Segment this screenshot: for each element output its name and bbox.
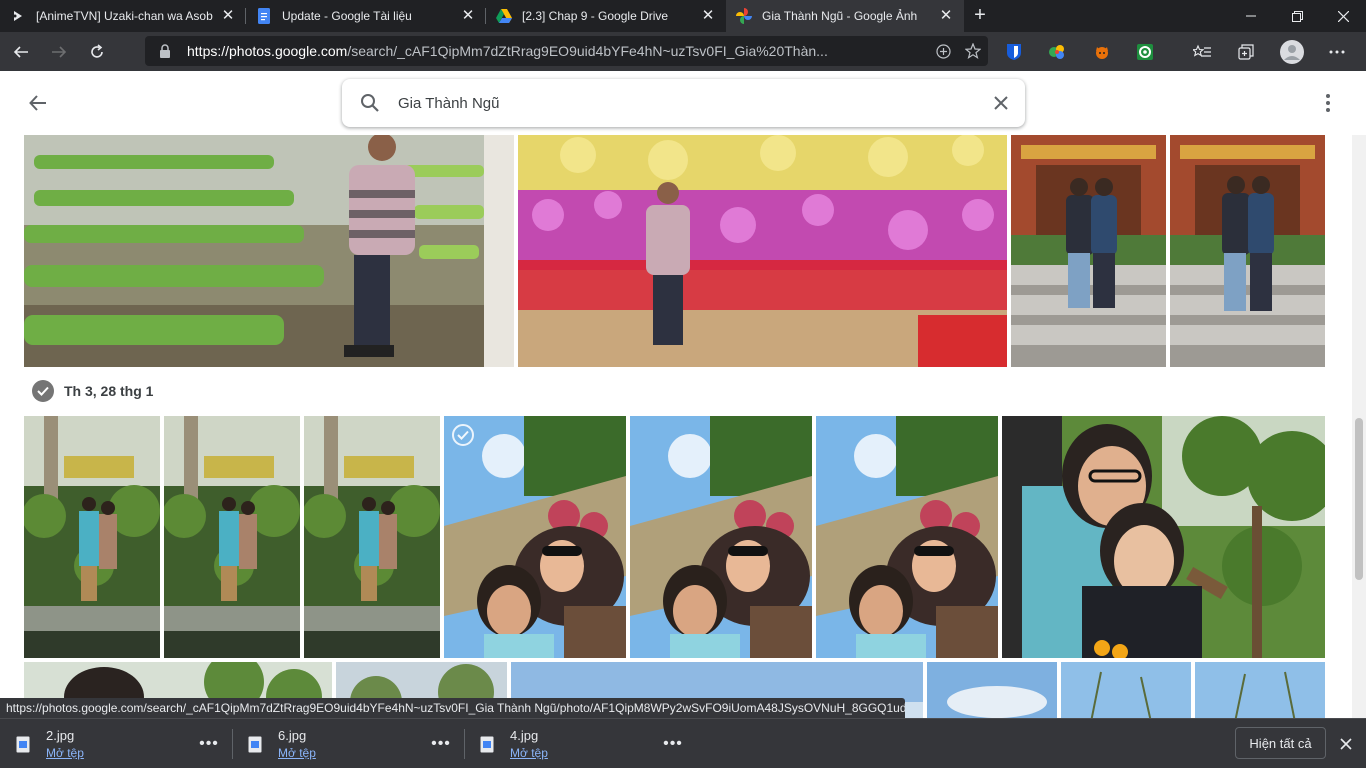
page-scrollbar[interactable] [1352, 135, 1366, 718]
download-more-icon[interactable]: ••• [658, 735, 688, 753]
close-tab-icon[interactable]: ✕ [220, 8, 236, 24]
google-photos-icon [736, 8, 752, 24]
close-download-shelf-icon[interactable] [1334, 732, 1358, 756]
close-tab-icon[interactable]: ✕ [938, 8, 954, 24]
animetvn-icon [10, 8, 26, 24]
select-all-check-icon[interactable] [32, 380, 54, 402]
google-docs-icon [256, 8, 272, 24]
photos-search-header: Gia Thành Ngũ [0, 71, 1366, 135]
fox-extension-icon[interactable] [1088, 38, 1116, 66]
photo-thumbnail[interactable] [304, 416, 440, 658]
open-file-link[interactable]: Mở tệp [46, 746, 194, 760]
tab-title: [AnimeTVN] Uzaki-chan wa Asob [36, 9, 213, 23]
photos-more-icon[interactable] [1314, 89, 1342, 117]
image-file-icon [248, 736, 262, 753]
address-bar[interactable]: https://photos.google.com/search/_cAF1Qi… [145, 36, 988, 66]
tab-google-photos[interactable]: Gia Thành Ngũ - Google Ảnh ✕ [726, 0, 964, 32]
download-more-icon[interactable]: ••• [426, 735, 456, 753]
download-item[interactable]: 6.jpg Mở tệp ••• [232, 719, 464, 768]
reading-list-icon[interactable] [1188, 38, 1216, 66]
restore-icon[interactable] [1274, 0, 1320, 32]
download-filename: 2.jpg [46, 728, 75, 743]
photo-thumbnail[interactable] [816, 416, 998, 658]
download-info: 4.jpg Mở tệp [510, 728, 658, 760]
photos-search-box[interactable]: Gia Thành Ngũ [342, 79, 1025, 127]
image-file-icon [16, 736, 30, 753]
clear-search-icon[interactable] [977, 96, 1025, 110]
search-icon[interactable] [342, 93, 398, 113]
minimize-icon[interactable] [1228, 0, 1274, 32]
window-controls [1228, 0, 1366, 32]
lock-icon[interactable] [151, 43, 179, 59]
photo-thumbnail[interactable] [1061, 662, 1191, 718]
google-drive-icon [496, 8, 512, 24]
close-window-icon[interactable] [1320, 0, 1366, 32]
close-tab-icon[interactable]: ✕ [700, 8, 716, 24]
photo-thumbnail[interactable] [927, 662, 1057, 718]
photo-thumbnail[interactable] [1195, 662, 1325, 718]
photo-thumbnail[interactable] [518, 135, 1007, 367]
reload-icon[interactable] [80, 35, 114, 69]
bookmark-star-icon[interactable] [958, 43, 988, 59]
photo-grid: Th 3, 28 thg 1 [0, 135, 1366, 718]
download-item[interactable]: 2.jpg Mở tệp ••• [0, 719, 232, 768]
tab-google-docs[interactable]: Update - Google Tài liệu ✕ [246, 0, 486, 32]
green-gear-extension-icon[interactable] [1131, 38, 1159, 66]
colorful-extension-icon[interactable] [1043, 38, 1071, 66]
download-filename: 6.jpg [278, 728, 307, 743]
download-info: 6.jpg Mở tệp [278, 728, 426, 760]
download-info: 2.jpg Mở tệp [46, 728, 194, 760]
download-shelf: 2.jpg Mở tệp ••• 6.jpg Mở tệp ••• 4.jpg … [0, 718, 1366, 768]
download-more-icon[interactable]: ••• [194, 735, 224, 753]
date-label: Th 3, 28 thg 1 [64, 383, 154, 399]
download-item[interactable]: 4.jpg Mở tệp ••• [464, 719, 696, 768]
photo-thumbnail[interactable] [444, 416, 626, 658]
tab-title: Update - Google Tài liệu [282, 9, 412, 23]
tab-strip: [AnimeTVN] Uzaki-chan wa Asob ✕ Update -… [0, 0, 1366, 32]
open-file-link[interactable]: Mở tệp [510, 746, 658, 760]
tab-google-drive[interactable]: [2.3] Chap 9 - Google Drive ✕ [486, 0, 726, 32]
profile-avatar-icon[interactable] [1278, 38, 1306, 66]
bitwarden-icon[interactable] [1000, 38, 1028, 66]
photo-thumbnail[interactable] [24, 416, 160, 658]
photo-thumbnail[interactable] [630, 416, 812, 658]
date-group-header: Th 3, 28 thg 1 [32, 379, 153, 403]
photo-thumbnail[interactable] [1011, 135, 1166, 367]
back-icon[interactable] [4, 35, 38, 69]
photo-thumbnail[interactable] [1002, 416, 1325, 658]
add-icon[interactable] [928, 43, 958, 59]
download-filename: 4.jpg [510, 728, 539, 743]
tab-title: Gia Thành Ngũ - Google Ảnh [762, 9, 918, 23]
url-host: https://photos.google.com [187, 43, 348, 59]
url-path: /search/_cAF1QipMm7dZtRrag9EO9uid4bYFe4h… [347, 43, 828, 59]
search-query[interactable]: Gia Thành Ngũ [398, 95, 977, 112]
back-arrow-icon[interactable] [24, 89, 52, 117]
show-all-downloads-button[interactable]: Hiện tất cả [1235, 727, 1326, 759]
forward-icon[interactable] [42, 35, 76, 69]
browser-toolbar: https://photos.google.com/search/_cAF1Qi… [0, 32, 1366, 71]
select-check-icon[interactable] [452, 424, 474, 446]
scrollbar-thumb[interactable] [1355, 418, 1363, 580]
photo-thumbnail[interactable] [164, 416, 300, 658]
close-tab-icon[interactable]: ✕ [460, 8, 476, 24]
image-file-icon [480, 736, 494, 753]
status-url-tooltip: https://photos.google.com/search/_cAF1Qi… [0, 698, 905, 718]
photo-thumbnail[interactable] [1170, 135, 1325, 367]
url-text[interactable]: https://photos.google.com/search/_cAF1Qi… [187, 43, 928, 59]
new-tab-button[interactable]: + [964, 0, 996, 32]
collections-icon[interactable] [1232, 38, 1260, 66]
tab-title: [2.3] Chap 9 - Google Drive [522, 9, 669, 23]
more-options-icon[interactable] [1323, 38, 1351, 66]
open-file-link[interactable]: Mở tệp [278, 746, 426, 760]
tab-animetvn[interactable]: [AnimeTVN] Uzaki-chan wa Asob ✕ [0, 0, 246, 32]
photo-thumbnail[interactable] [24, 135, 514, 367]
